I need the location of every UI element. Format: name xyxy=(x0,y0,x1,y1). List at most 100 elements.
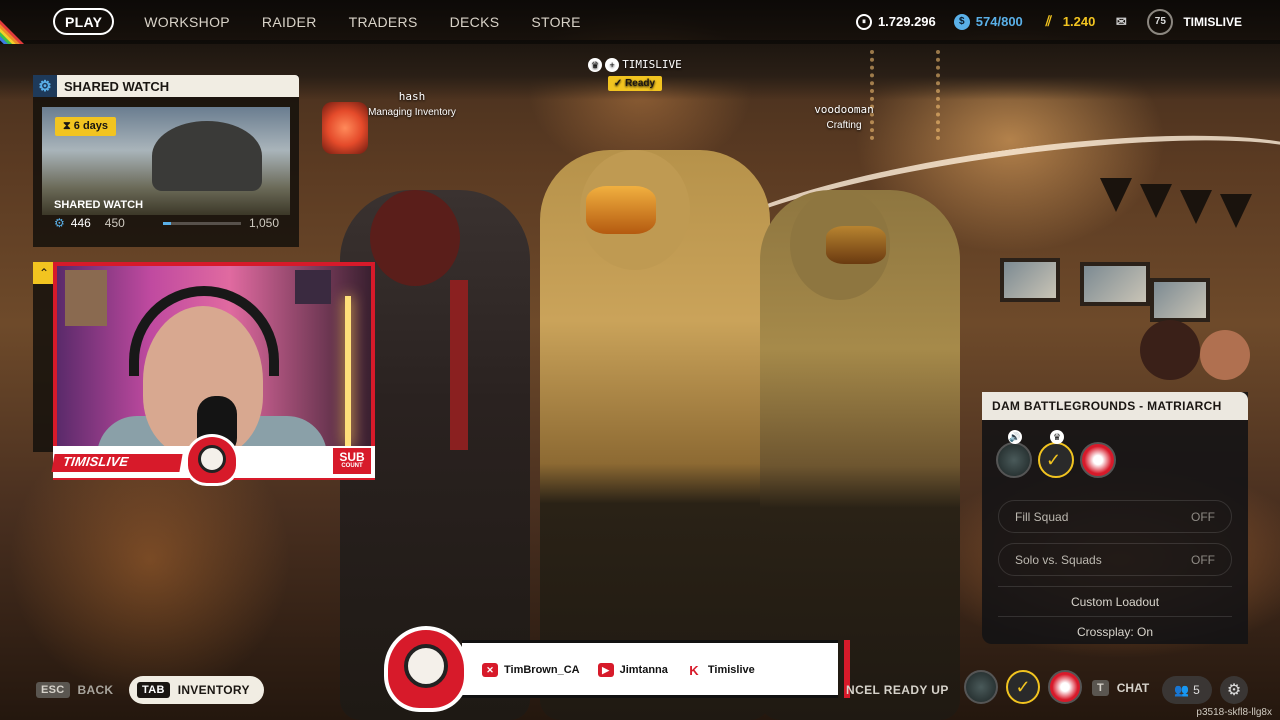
shared-watch-card[interactable]: ⚙ SHARED WATCH ⧗ 6 days SHARED WATCH ⚙ 4… xyxy=(33,75,299,247)
headphones xyxy=(129,286,279,376)
bg-monitor xyxy=(1080,262,1150,306)
cred-display[interactable]: ⫽ 1.240 xyxy=(1041,13,1096,30)
back-button[interactable]: ESC BACK xyxy=(36,680,113,700)
nav-workshop[interactable]: WORKSHOP xyxy=(128,8,246,35)
chevron-up-icon: ⌃ xyxy=(33,262,55,284)
sub-count-badge: SUB COUNT xyxy=(333,448,371,474)
ready-text: Ready xyxy=(625,78,656,90)
time-left-value: 6 days xyxy=(73,120,109,132)
player-label-voodooman: voodooman Crafting xyxy=(794,103,894,131)
squad-avatar-mini[interactable] xyxy=(1048,670,1082,704)
nav-raider[interactable]: RAIDER xyxy=(246,8,333,35)
x-icon: ✕ xyxy=(482,663,498,677)
player-name: TIMISLIVE xyxy=(622,58,682,71)
profile-button[interactable]: 75 TIMISLIVE xyxy=(1147,8,1242,35)
settings-gear-icon[interactable]: ⚙ xyxy=(1220,676,1248,704)
raider-tokens-value: 574/800 xyxy=(975,14,1023,29)
chat-button[interactable]: T CHAT xyxy=(1092,680,1149,696)
wall-logo xyxy=(295,270,331,304)
progress-max: 1,050 xyxy=(248,216,279,230)
username: TIMISLIVE xyxy=(1183,14,1242,29)
coins-display[interactable]: ⏸ 1.729.296 xyxy=(855,13,936,30)
custom-loadout-button[interactable]: Custom Loadout xyxy=(998,586,1232,616)
squad-avatar-mini[interactable]: ✓ xyxy=(1006,670,1040,704)
friends-icon: 👥 xyxy=(1174,683,1190,697)
social-handles: ✕ TimBrown_CA ▶ Jimtanna K Timislive xyxy=(482,662,755,678)
social-x: ✕ TimBrown_CA xyxy=(482,663,580,677)
social-kick: K Timislive xyxy=(686,662,755,678)
youtube-icon: ▶ xyxy=(597,663,614,677)
solo-vs-squads-toggle[interactable]: Solo vs. Squads OFF xyxy=(998,543,1232,576)
progress-bar xyxy=(162,221,241,225)
map-title[interactable]: DAM BATTLEGROUNDS - MATRIARCH xyxy=(982,392,1248,420)
squad-avatars: 🔊 ♛ ✓ xyxy=(982,420,1248,500)
bunting-flag xyxy=(1180,190,1212,224)
neon-light xyxy=(345,296,351,446)
stream-rainbow-corner xyxy=(0,0,44,44)
crown-icon: ♛ xyxy=(1050,430,1064,444)
bunting-flag xyxy=(1220,194,1252,228)
squad-avatar-mini[interactable] xyxy=(964,670,998,704)
cancel-ready-button[interactable]: NCEL READY UP xyxy=(846,683,949,697)
shared-watch-header: ⚙ SHARED WATCH xyxy=(33,75,299,97)
friends-button[interactable]: 👥 5 xyxy=(1162,676,1212,704)
webcam-nameplate: TIMISLIVE SUB COUNT xyxy=(51,434,375,486)
fill-squad-label: Fill Squad xyxy=(1015,509,1069,524)
nav-store[interactable]: STORE xyxy=(515,8,596,35)
check-icon: ✓ xyxy=(1046,450,1062,470)
speaker-icon: 🔊 xyxy=(1008,430,1022,444)
lobby-panel: DAM BATTLEGROUNDS - MATRIARCH 🔊 ♛ ✓ Fill … xyxy=(982,392,1248,644)
plus-icon: + xyxy=(605,58,620,73)
sub-label: SUB xyxy=(339,450,365,464)
robot-art xyxy=(152,121,262,191)
back-label: BACK xyxy=(77,683,114,697)
solo-vs-squads-value: OFF xyxy=(1191,552,1215,567)
inventory-label: INVENTORY xyxy=(177,683,250,697)
nav-play[interactable]: PLAY xyxy=(53,8,115,35)
gear-icon: ⚙ xyxy=(33,75,57,97)
ready-badge: ✓ Ready xyxy=(607,76,663,92)
bg-person xyxy=(1200,330,1250,380)
fill-squad-value: OFF xyxy=(1191,509,1215,524)
esc-key: ESC xyxy=(36,682,70,698)
bunting-flag xyxy=(1140,184,1172,218)
mail-button[interactable]: ✉ xyxy=(1113,14,1129,30)
token-icon: $ xyxy=(953,13,970,30)
cred-icon: ⫽ xyxy=(1045,13,1052,29)
progress-fill xyxy=(162,221,171,225)
bunting-flag xyxy=(1100,178,1132,212)
dog-logo-icon xyxy=(384,626,468,712)
streamer-name: TIMISLIVE xyxy=(61,454,130,469)
fill-squad-toggle[interactable]: Fill Squad OFF xyxy=(998,500,1232,533)
kick-icon: K xyxy=(689,662,699,678)
crown-icon: ♛ xyxy=(588,58,603,73)
nav-traders[interactable]: TRADERS xyxy=(333,8,434,35)
squad-avatar[interactable]: ♛ ✓ xyxy=(1038,430,1074,478)
inventory-button[interactable]: TAB INVENTORY xyxy=(129,676,264,704)
bg-person xyxy=(1140,320,1200,380)
mail-icon: ✉ xyxy=(1115,13,1127,29)
bg-monitor xyxy=(1000,258,1060,302)
crossplay-status[interactable]: Crossplay: On xyxy=(998,616,1232,646)
time-left-badge: ⧗ 6 days xyxy=(55,117,117,136)
social-banner: ✕ TimBrown_CA ▶ Jimtanna K Timislive xyxy=(462,640,850,698)
wall-poster xyxy=(65,270,107,326)
player-status: Managing Inventory xyxy=(368,107,456,118)
bg-monitor xyxy=(1150,278,1210,322)
squad-avatar[interactable] xyxy=(1080,442,1116,478)
top-nav-bar: PLAY WORKSHOP RAIDER TRADERS DECKS STORE… xyxy=(0,0,1280,44)
nav-decks[interactable]: DECKS xyxy=(434,8,516,35)
player-status: Crafting xyxy=(826,120,862,131)
gear-icon: ⚙ xyxy=(54,216,65,230)
squad-avatar[interactable]: 🔊 xyxy=(996,430,1032,478)
currency-bar: ⏸ 1.729.296 $ 574/800 ⫽ 1.240 ✉ 75 TIMIS… xyxy=(855,8,1280,35)
progress-next: 450 xyxy=(104,216,125,230)
level-badge: 75 xyxy=(1147,8,1174,35)
social-handle: Timislive xyxy=(707,664,755,676)
shared-watch-heading: SHARED WATCH xyxy=(64,78,170,94)
t-key: T xyxy=(1092,680,1109,696)
player-label-hash: hash Managing Inventory xyxy=(352,90,472,118)
social-handle: TimBrown_CA xyxy=(504,664,580,676)
progress-current: 446 xyxy=(70,216,91,230)
raider-tokens-display[interactable]: $ 574/800 xyxy=(953,13,1023,30)
